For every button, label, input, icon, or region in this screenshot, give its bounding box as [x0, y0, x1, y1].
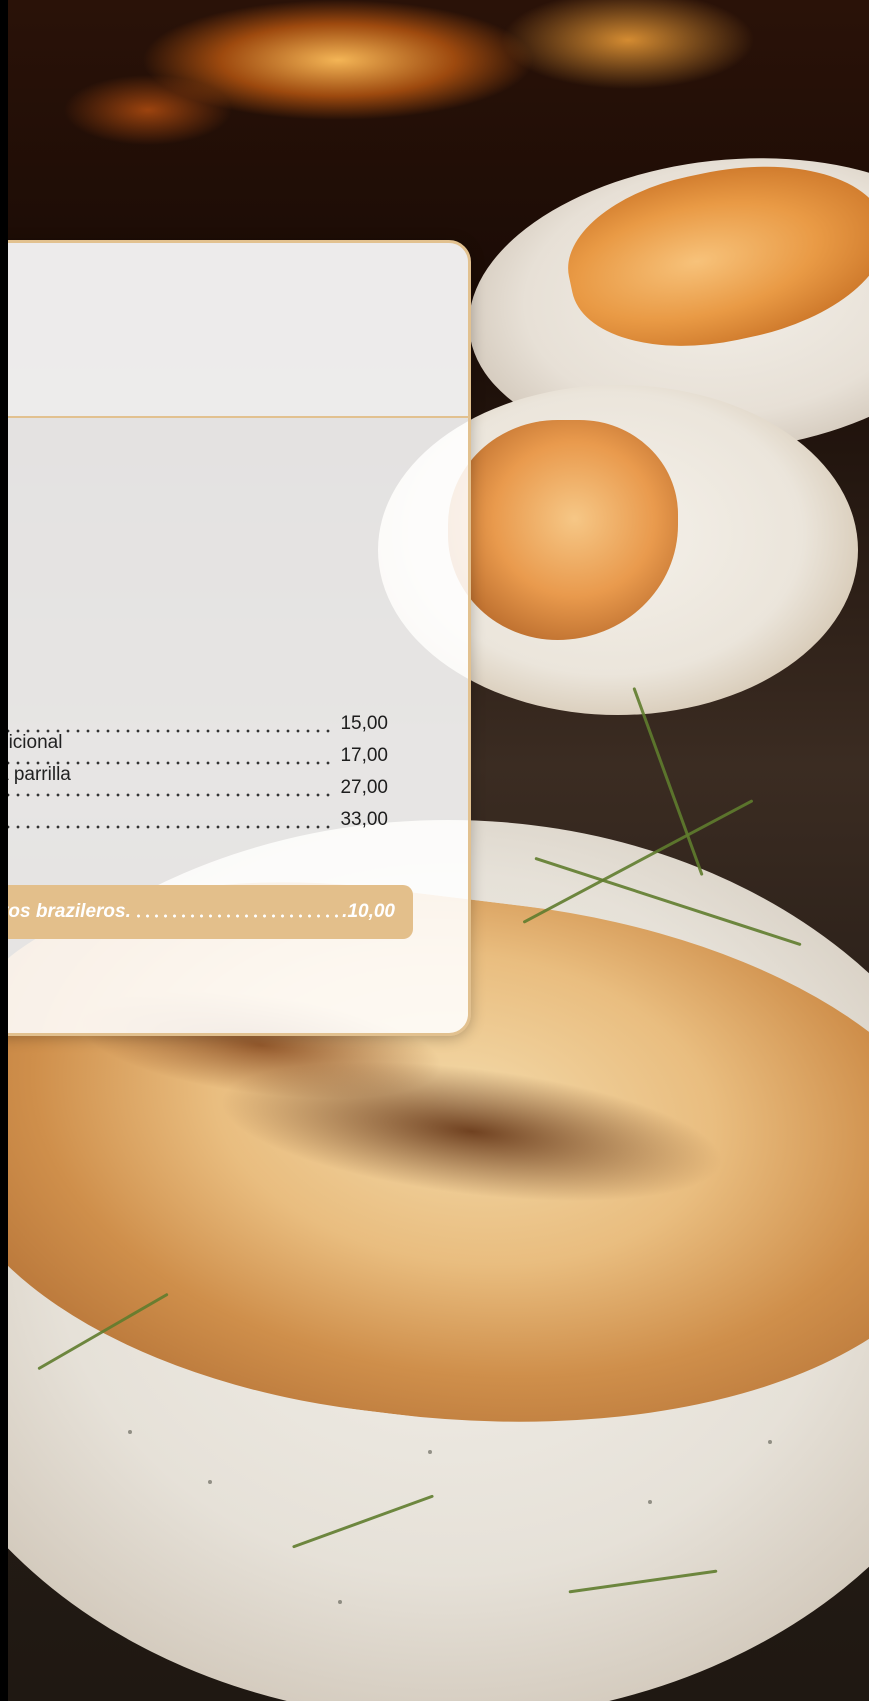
promo-price: .10,00 [342, 901, 395, 922]
pepper-speck [338, 1600, 342, 1604]
menu-card: 15,00 17,00 27,00 33,00 dicional a parri… [0, 240, 471, 1036]
item-price: 17,00 [340, 745, 388, 766]
dot-leader [0, 790, 337, 800]
item-price: 15,00 [340, 713, 388, 734]
promo-label: nientos brazileros. [0, 901, 131, 922]
pepper-speck [128, 1430, 132, 1434]
pepper-speck [428, 1450, 432, 1454]
dot-leader [133, 911, 340, 921]
menu-item-row: 33,00 [0, 809, 388, 839]
menu-card-header [0, 243, 468, 418]
dot-leader [0, 822, 337, 832]
item-price: 27,00 [340, 777, 388, 798]
left-edge-strip [0, 0, 8, 1701]
item-description: a parrilla [0, 764, 71, 785]
pepper-speck [648, 1500, 652, 1504]
promo-banner: nientos brazileros. .10,00 [0, 885, 413, 939]
pepper-speck [208, 1480, 212, 1484]
item-price: 33,00 [340, 809, 388, 830]
pepper-speck [768, 1440, 772, 1444]
item-description: dicional [0, 732, 63, 753]
